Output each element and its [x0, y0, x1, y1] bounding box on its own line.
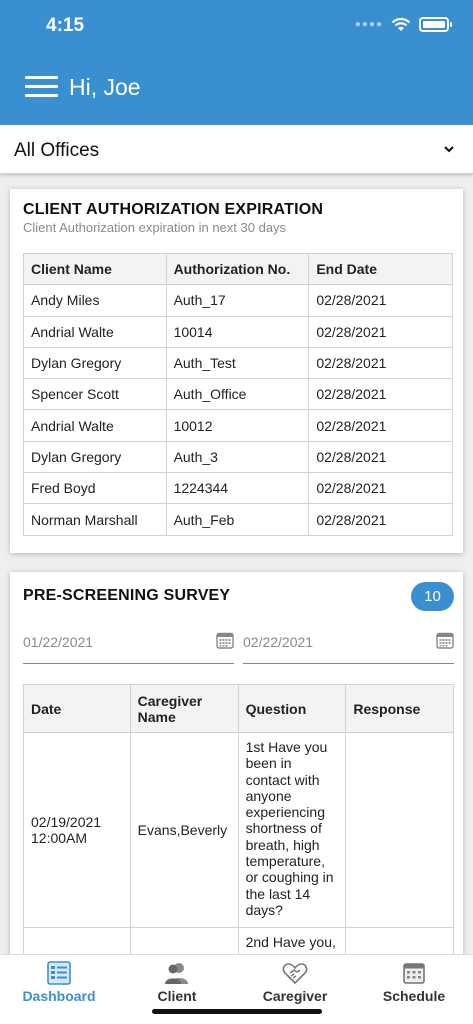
- client-icon: [165, 963, 188, 984]
- battery-icon: [419, 17, 452, 32]
- caregiver-icon: [282, 963, 308, 985]
- dashboard-icon: [47, 961, 71, 985]
- nav-item-client[interactable]: Client: [118, 961, 236, 1004]
- client-name-cell: Fred Boyd: [23, 472, 167, 505]
- end-date-cell: 02/28/2021: [308, 315, 453, 348]
- date-from-field[interactable]: 01/22/2021: [23, 628, 234, 664]
- table-row[interactable]: Andrial Walte 10012 02/28/2021: [23, 409, 453, 442]
- wifi-icon: [391, 17, 411, 31]
- authorization-no-cell: 10014: [165, 315, 310, 348]
- survey-table: Date Caregiver Name Question Response 02…: [23, 684, 454, 972]
- chevron-down-icon: [444, 146, 454, 153]
- authorization-table: Client Name Authorization No. End Date A…: [23, 252, 453, 536]
- status-icons: ●●●●: [354, 17, 452, 32]
- table-row[interactable]: Norman Marshall Auth_Feb 02/28/2021: [23, 503, 453, 536]
- survey-title: PRE-SCREENING SURVEY: [23, 587, 231, 604]
- nav-item-dashboard[interactable]: Dashboard: [0, 961, 118, 1004]
- end-date-cell: 02/28/2021: [308, 472, 453, 505]
- question-cell: 1st Have you been in contact with anyone…: [237, 732, 347, 928]
- client-name-cell: Norman Marshall: [23, 503, 167, 536]
- authorization-no-cell: Auth_3: [165, 440, 310, 474]
- app-header: 4:15 ●●●● Hi, Joe: [0, 0, 473, 125]
- table-row[interactable]: 02/19/2021 12:00AM Evans,Beverly 1st Hav…: [23, 732, 454, 928]
- nav-label: Client: [157, 988, 197, 1004]
- caregiver-name-cell: Evans,Beverly: [129, 732, 239, 928]
- end-date-cell: 02/28/2021: [308, 409, 453, 442]
- client-name-cell: Dylan Gregory: [23, 440, 167, 474]
- nav-item-schedule[interactable]: Schedule: [355, 961, 473, 1004]
- survey-count-badge: 10: [411, 582, 454, 611]
- survey-card: PRE-SCREENING SURVEY 10 01/22/2021 02/22…: [10, 572, 463, 972]
- authorization-title: CLIENT AUTHORIZATION EXPIRATION: [23, 201, 324, 218]
- office-dropdown-value: All Offices: [14, 140, 100, 161]
- date-to-field[interactable]: 02/22/2021: [243, 628, 454, 664]
- nav-item-caregiver[interactable]: Caregiver: [236, 961, 354, 1004]
- nav-label: Caregiver: [262, 988, 328, 1004]
- end-date-cell: 02/28/2021: [308, 284, 453, 317]
- end-date-cell: 02/28/2021: [308, 503, 453, 536]
- table-row[interactable]: Dylan Gregory Auth_3 02/28/2021: [23, 440, 453, 474]
- date-from-value: 01/22/2021: [23, 634, 94, 650]
- home-indicator[interactable]: [152, 1009, 322, 1014]
- table-row[interactable]: Dylan Gregory Auth_Test 02/28/2021: [23, 346, 453, 380]
- table-row[interactable]: Fred Boyd 1224344 02/28/2021: [23, 472, 453, 505]
- column-header: Caregiver Name: [129, 684, 239, 733]
- date-to-value: 02/22/2021: [243, 634, 314, 650]
- signal-icon: ●●●●: [354, 19, 383, 30]
- table-header-row: Client Name Authorization No. End Date: [23, 252, 453, 286]
- status-time: 4:15: [46, 15, 85, 36]
- column-header: Client Name: [23, 252, 167, 286]
- column-header: Question: [237, 684, 347, 733]
- column-header: Response: [345, 684, 454, 733]
- response-cell: [345, 732, 454, 928]
- client-name-cell: Andy Miles: [23, 284, 167, 317]
- authorization-no-cell: 1224344: [165, 472, 310, 505]
- end-date-cell: 02/28/2021: [308, 440, 453, 474]
- survey-date-cell: 02/19/2021 12:00AM: [23, 732, 131, 928]
- authorization-no-cell: Auth_17: [165, 284, 310, 317]
- greeting-title: Hi, Joe: [69, 74, 141, 100]
- client-name-cell: Spencer Scott: [23, 378, 167, 411]
- authorization-card: CLIENT AUTHORIZATION EXPIRATION Client A…: [10, 189, 463, 553]
- table-row[interactable]: Andrial Walte 10014 02/28/2021: [23, 315, 453, 348]
- client-name-cell: Andrial Walte: [23, 315, 167, 348]
- authorization-no-cell: Auth_Feb: [165, 503, 310, 536]
- hamburger-menu-icon[interactable]: [25, 76, 58, 98]
- column-header: Authorization No.: [165, 252, 310, 286]
- authorization-no-cell: Auth_Test: [165, 346, 310, 380]
- authorization-subtitle: Client Authorization expiration in next …: [23, 220, 287, 235]
- calendar-icon[interactable]: [436, 631, 454, 649]
- schedule-icon: [403, 963, 425, 984]
- nav-label: Schedule: [382, 988, 446, 1004]
- end-date-cell: 02/28/2021: [308, 346, 453, 380]
- table-row[interactable]: Spencer Scott Auth_Office 02/28/2021: [23, 378, 453, 411]
- column-header: Date: [23, 684, 131, 733]
- authorization-no-cell: 10012: [165, 409, 310, 442]
- client-name-cell: Andrial Walte: [23, 409, 167, 442]
- end-date-cell: 02/28/2021: [308, 378, 453, 411]
- table-row[interactable]: Andy Miles Auth_17 02/28/2021: [23, 284, 453, 317]
- nav-label: Dashboard: [22, 988, 96, 1004]
- office-dropdown[interactable]: All Offices: [0, 125, 473, 174]
- calendar-icon[interactable]: [216, 631, 234, 649]
- column-header: End Date: [308, 252, 453, 286]
- authorization-no-cell: Auth_Office: [165, 378, 310, 411]
- table-header-row: Date Caregiver Name Question Response: [23, 684, 454, 733]
- client-name-cell: Dylan Gregory: [23, 346, 167, 380]
